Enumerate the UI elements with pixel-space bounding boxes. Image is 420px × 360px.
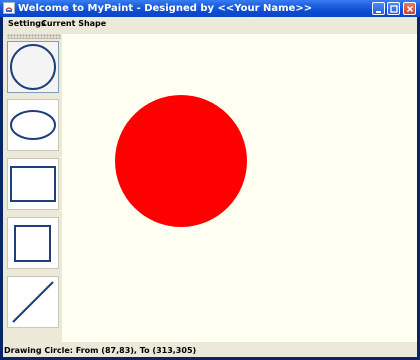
menu-current-shape[interactable]: Current Shape — [41, 17, 106, 31]
status-bar: Drawing Circle: From (87,83), To (313,30… — [3, 344, 417, 357]
oval-tool-button[interactable] — [7, 99, 59, 151]
circle-icon — [10, 44, 56, 90]
toolbar-grip[interactable] — [7, 34, 61, 39]
rectangle-icon — [10, 166, 56, 202]
square-icon — [14, 225, 51, 262]
rectangle-tool-button[interactable] — [7, 158, 59, 210]
square-tool-button[interactable] — [7, 217, 59, 269]
line-tool-button[interactable] — [7, 276, 59, 328]
maximize-icon — [390, 5, 398, 13]
minimize-icon — [376, 11, 381, 13]
line-icon — [12, 281, 54, 323]
drawing-canvas[interactable] — [62, 34, 417, 342]
close-button[interactable] — [403, 2, 416, 15]
status-message: Drawing Circle: From (87,83), To (313,30… — [4, 346, 197, 355]
window-title: Welcome to MyPaint - Designed by <<Your … — [18, 3, 313, 14]
menu-bar: Settings Current Shape — [3, 17, 417, 31]
minimize-button[interactable] — [372, 2, 385, 15]
oval-icon — [10, 110, 56, 140]
title-bar[interactable]: Welcome to MyPaint - Designed by <<Your … — [0, 0, 420, 17]
content-frame: Settings Current Shape Drawing Circle: F… — [3, 17, 417, 357]
maximize-button[interactable] — [387, 2, 400, 15]
circle-tool-button[interactable] — [7, 41, 59, 93]
java-app-icon — [3, 2, 15, 14]
shape-toolbar — [6, 34, 62, 342]
application-window: Welcome to MyPaint - Designed by <<Your … — [0, 0, 420, 360]
close-icon — [406, 5, 414, 13]
drawn-red-circle — [115, 95, 247, 227]
